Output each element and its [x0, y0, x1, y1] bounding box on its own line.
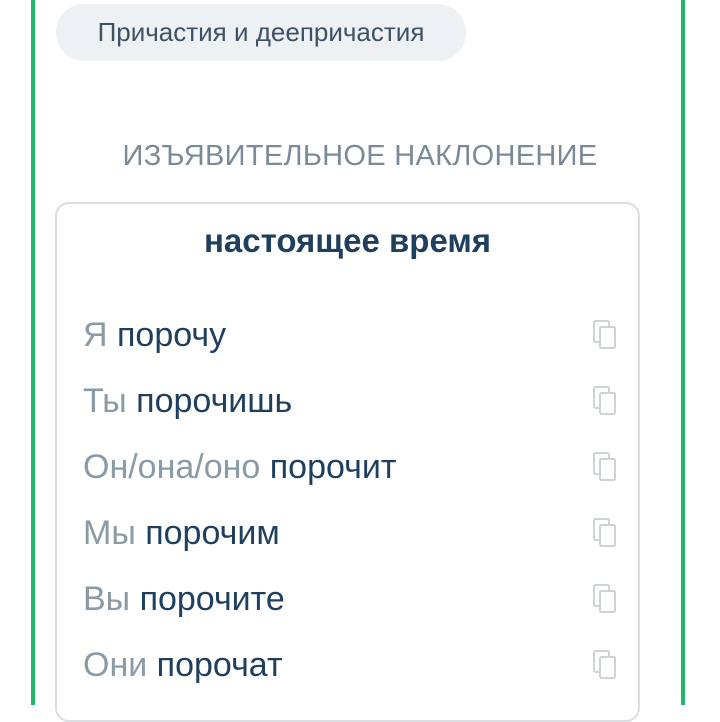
mood-heading: ИЗЪЯВИТЕЛЬНОЕ НАКЛОНЕНИЕ [122, 140, 598, 172]
copy-icon[interactable] [590, 384, 620, 418]
copy-icon[interactable] [590, 582, 620, 616]
conjugation-text: Они порочат [83, 646, 283, 685]
pronoun: Они [83, 645, 148, 684]
copy-icon[interactable] [590, 318, 620, 352]
pronoun: Я [83, 315, 108, 354]
conjugation-row: Я порочу [83, 310, 620, 360]
verb-form: порочит [269, 447, 397, 486]
conjugation-row: Они порочат [83, 640, 620, 690]
pronoun: Вы [83, 579, 131, 618]
conjugation-row: Вы порочите [83, 574, 620, 624]
conjugation-text: Ты порочишь [83, 382, 292, 421]
verb-form: порочат [156, 645, 283, 684]
conjugation-row: Мы порочим [83, 508, 620, 558]
copy-icon[interactable] [590, 648, 620, 682]
tense-title: настоящее время [203, 222, 492, 259]
conjugation-row: Он/она/оно порочит [83, 442, 620, 492]
verb-form: порочим [145, 513, 280, 552]
participles-chip[interactable]: Причастия и деепричастия [56, 4, 466, 61]
verb-form: порочите [139, 579, 285, 618]
verb-form: порочу [117, 315, 227, 354]
conjugation-text: Мы порочим [83, 514, 280, 553]
copy-icon[interactable] [590, 516, 620, 550]
pronoun: Он/она/оно [83, 447, 261, 486]
pronoun: Ты [83, 381, 127, 420]
conjugation-text: Он/она/оно порочит [83, 448, 396, 487]
conjugation-text: Я порочу [83, 316, 226, 355]
copy-icon[interactable] [590, 450, 620, 484]
verb-form: порочишь [136, 381, 293, 420]
conjugation-card: настоящее время Я порочу Ты порочишь Он/… [55, 202, 640, 722]
pronoun: Мы [83, 513, 136, 552]
conjugation-text: Вы порочите [83, 580, 285, 619]
conjugation-row: Ты порочишь [83, 376, 620, 426]
